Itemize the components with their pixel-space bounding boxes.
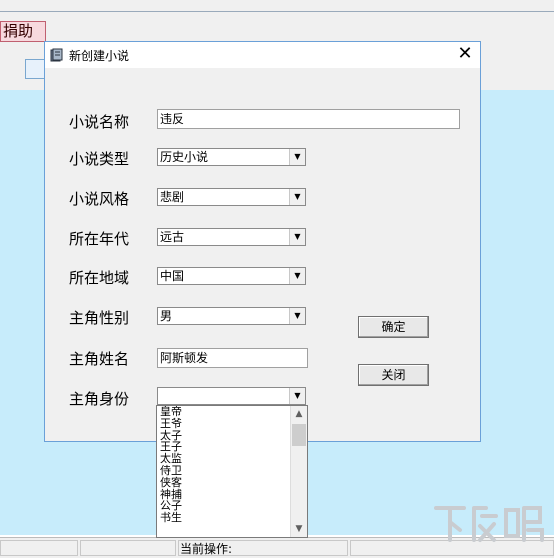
hero-identity-select[interactable]: ▼ bbox=[157, 387, 306, 405]
status-cell bbox=[80, 540, 176, 556]
watermark-logo bbox=[430, 500, 550, 550]
region-value: 中国 bbox=[160, 269, 185, 283]
scroll-down-icon[interactable]: ▼ bbox=[291, 521, 307, 537]
dropdown-option[interactable]: 侍卫 bbox=[157, 465, 307, 477]
novel-type-value: 历史小说 bbox=[160, 150, 209, 164]
new-novel-dialog: 新创建小说 ✕ 小说名称 小说类型 小说风格 所在年代 所在地域 主角性别 主角… bbox=[44, 41, 481, 442]
chevron-down-icon[interactable]: ▼ bbox=[289, 388, 305, 404]
dialog-title: 新创建小说 bbox=[69, 49, 130, 63]
scroll-up-icon[interactable]: ▲ bbox=[291, 406, 307, 422]
dropdown-option[interactable]: 侠客 bbox=[157, 476, 307, 489]
novel-style-select[interactable]: 悲剧 ▼ bbox=[157, 188, 306, 206]
dropdown-items: 皇帝 王爷 太子 王子 太监 侍卫 侠客 神捕 公子 书生 bbox=[157, 406, 307, 524]
status-cell bbox=[0, 540, 78, 556]
hero-gender-label: 主角性别 bbox=[69, 309, 130, 327]
ok-button[interactable]: 确定 bbox=[358, 316, 429, 338]
novel-name-label: 小说名称 bbox=[69, 113, 130, 131]
app-divider bbox=[0, 11, 554, 12]
close-icon[interactable]: ✕ bbox=[450, 43, 480, 67]
scroll-thumb[interactable] bbox=[292, 424, 306, 446]
region-label: 所在地域 bbox=[69, 269, 130, 287]
hero-gender-value: 男 bbox=[160, 309, 173, 323]
dialog-titlebar[interactable]: 新创建小说 ✕ bbox=[45, 42, 480, 68]
hero-identity-label: 主角身份 bbox=[69, 390, 130, 408]
chevron-down-icon[interactable]: ▼ bbox=[289, 268, 305, 284]
close-button[interactable]: 关闭 bbox=[358, 364, 429, 386]
dropdown-option[interactable]: 王爷 bbox=[157, 417, 307, 430]
status-operation-label: 当前操作: bbox=[180, 542, 233, 556]
hero-name-label: 主角姓名 bbox=[69, 350, 130, 368]
hero-name-input[interactable]: 阿斯顿发 bbox=[157, 348, 308, 368]
chevron-down-icon[interactable]: ▼ bbox=[289, 308, 305, 324]
era-label: 所在年代 bbox=[69, 230, 130, 248]
hero-gender-select[interactable]: 男 ▼ bbox=[157, 307, 306, 325]
novel-style-label: 小说风格 bbox=[69, 190, 130, 208]
novel-name-input[interactable]: 违反 bbox=[157, 109, 460, 129]
region-select[interactable]: 中国 ▼ bbox=[157, 267, 306, 285]
chevron-down-icon[interactable]: ▼ bbox=[289, 149, 305, 165]
identity-dropdown-list[interactable]: 皇帝 王爷 太子 王子 太监 侍卫 侠客 神捕 公子 书生 ▲ ▼ bbox=[156, 405, 308, 538]
novel-style-value: 悲剧 bbox=[160, 190, 185, 204]
chevron-down-icon[interactable]: ▼ bbox=[289, 229, 305, 245]
menu-tab-donate[interactable]: 捐助 bbox=[0, 21, 46, 42]
era-value: 远古 bbox=[160, 230, 185, 244]
novel-type-label: 小说类型 bbox=[69, 150, 130, 168]
book-icon bbox=[50, 47, 64, 62]
dropdown-scrollbar[interactable]: ▲ ▼ bbox=[290, 406, 307, 537]
dropdown-option[interactable]: 书生 bbox=[157, 512, 307, 524]
era-select[interactable]: 远古 ▼ bbox=[157, 228, 306, 246]
novel-type-select[interactable]: 历史小说 ▼ bbox=[157, 148, 306, 166]
chevron-down-icon[interactable]: ▼ bbox=[289, 189, 305, 205]
